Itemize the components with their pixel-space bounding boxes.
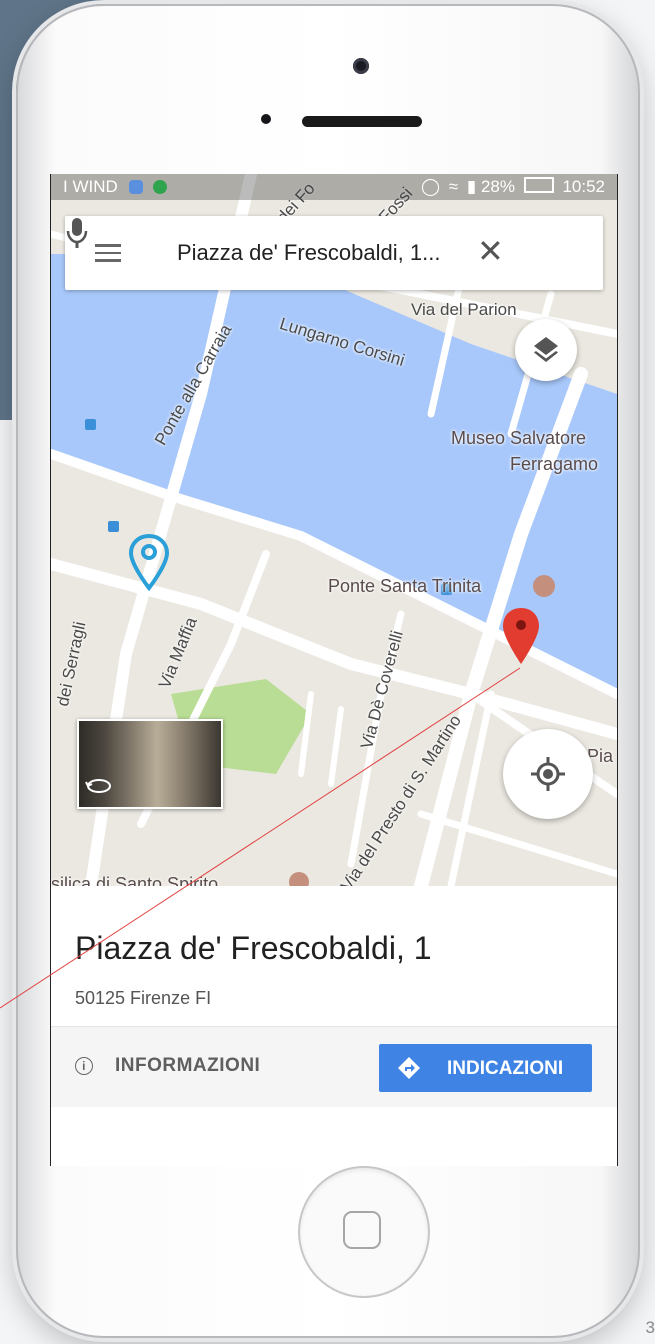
road-east-2 (417, 810, 617, 878)
earpiece-speaker (302, 116, 422, 127)
phone-screen: Via del Parion Lungarno Corsini Ponte al… (50, 174, 618, 1166)
battery-percent: 28% (480, 177, 515, 196)
rotate-360-icon (85, 779, 111, 793)
bus-stop-icon (108, 521, 119, 532)
actions-row: i INFORMAZIONI INDICAZIONI (51, 1027, 617, 1107)
signal-icon: ▮ (466, 177, 477, 196)
home-square-icon (343, 1211, 381, 1249)
info-button[interactable]: i INFORMAZIONI (75, 1055, 260, 1077)
road-side-2 (328, 706, 344, 787)
search-bar[interactable]: Piazza de' Frescobaldi, 1... ✕ (65, 216, 603, 290)
place-title: Piazza de' Frescobaldi, 1 (75, 930, 432, 966)
status-bar: I WIND ◯ ≈ ▮ 28% 10:52 (51, 174, 617, 200)
poi-santo-spirito: silica di Santo Spirito (51, 874, 219, 886)
layers-icon (534, 337, 558, 362)
mic-icon[interactable] (65, 216, 89, 250)
bus-stop-icon (85, 419, 96, 430)
place-info-card[interactable]: Piazza de' Frescobaldi, 1 50125 Firenze … (51, 886, 617, 1166)
blue-location-pin-icon[interactable] (127, 532, 171, 594)
menu-icon[interactable] (95, 244, 121, 262)
front-camera (353, 58, 369, 74)
alarm-icon: ◯ (421, 177, 441, 196)
wifi-icon: ≈ (448, 177, 459, 196)
info-icon: i (75, 1057, 93, 1075)
directions-button-label: INDICAZIONI (447, 1058, 564, 1079)
my-location-button[interactable] (503, 729, 593, 819)
church-icon (289, 872, 309, 886)
home-button[interactable] (298, 1166, 430, 1298)
poi-ponte-santa-trinita: Ponte Santa Trinita (328, 576, 482, 596)
directions-icon (398, 1057, 420, 1079)
clock: 10:52 (562, 177, 605, 196)
page-number: 3 (645, 1318, 655, 1337)
proximity-sensor (261, 114, 271, 124)
search-query[interactable]: Piazza de' Frescobaldi, 1... (177, 240, 440, 266)
map-view[interactable]: Via del Parion Lungarno Corsini Ponte al… (51, 174, 617, 886)
carrier-name: I WIND (63, 177, 118, 196)
road-side (298, 691, 314, 777)
layers-button[interactable] (515, 319, 577, 381)
crosshair-icon (531, 757, 565, 791)
notification-icon (128, 180, 143, 194)
red-marker-pin-icon[interactable] (501, 606, 541, 668)
place-address: 50125 Firenze FI (75, 988, 212, 1008)
directions-button[interactable]: INDICAZIONI (379, 1044, 592, 1092)
poi-museo-salvatore: Museo Salvatore (451, 428, 587, 448)
street-via-del-parione: Via del Parion (411, 300, 517, 319)
info-button-label: INFORMAZIONI (115, 1055, 261, 1076)
close-icon[interactable]: ✕ (477, 234, 504, 268)
notification-icon (153, 180, 168, 194)
battery-icon (523, 177, 554, 193)
monument-icon (533, 575, 555, 597)
street-view-thumbnail[interactable] (77, 719, 223, 809)
poi-ferragamo: Ferragamo (510, 454, 599, 474)
